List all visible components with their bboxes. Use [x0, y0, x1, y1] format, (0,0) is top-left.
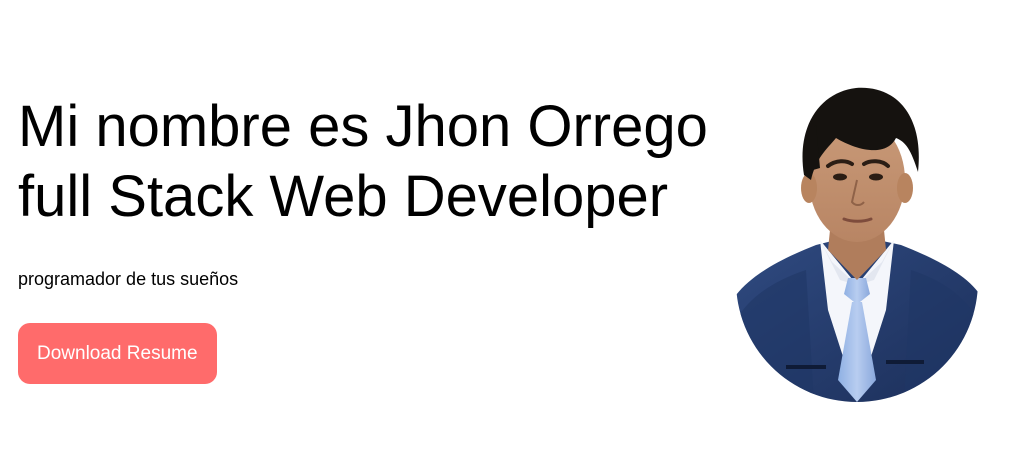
hero-headline: Mi nombre es Jhon Orrego full Stack Web …	[18, 92, 738, 232]
hero-section: Mi nombre es Jhon Orrego full Stack Web …	[0, 0, 1013, 460]
hero-tagline: programador de tus sueños	[18, 269, 239, 289]
profile-photo	[736, 80, 978, 402]
profile-photo-icon	[736, 80, 978, 402]
hero-text-block: Mi nombre es Jhon Orrego full Stack Web …	[18, 92, 738, 384]
download-resume-button[interactable]: Download Resume	[18, 323, 217, 384]
headline-role-line: full Stack Web Developer	[18, 164, 669, 229]
headline-name-line: Mi nombre es Jhon Orrego	[18, 94, 708, 159]
